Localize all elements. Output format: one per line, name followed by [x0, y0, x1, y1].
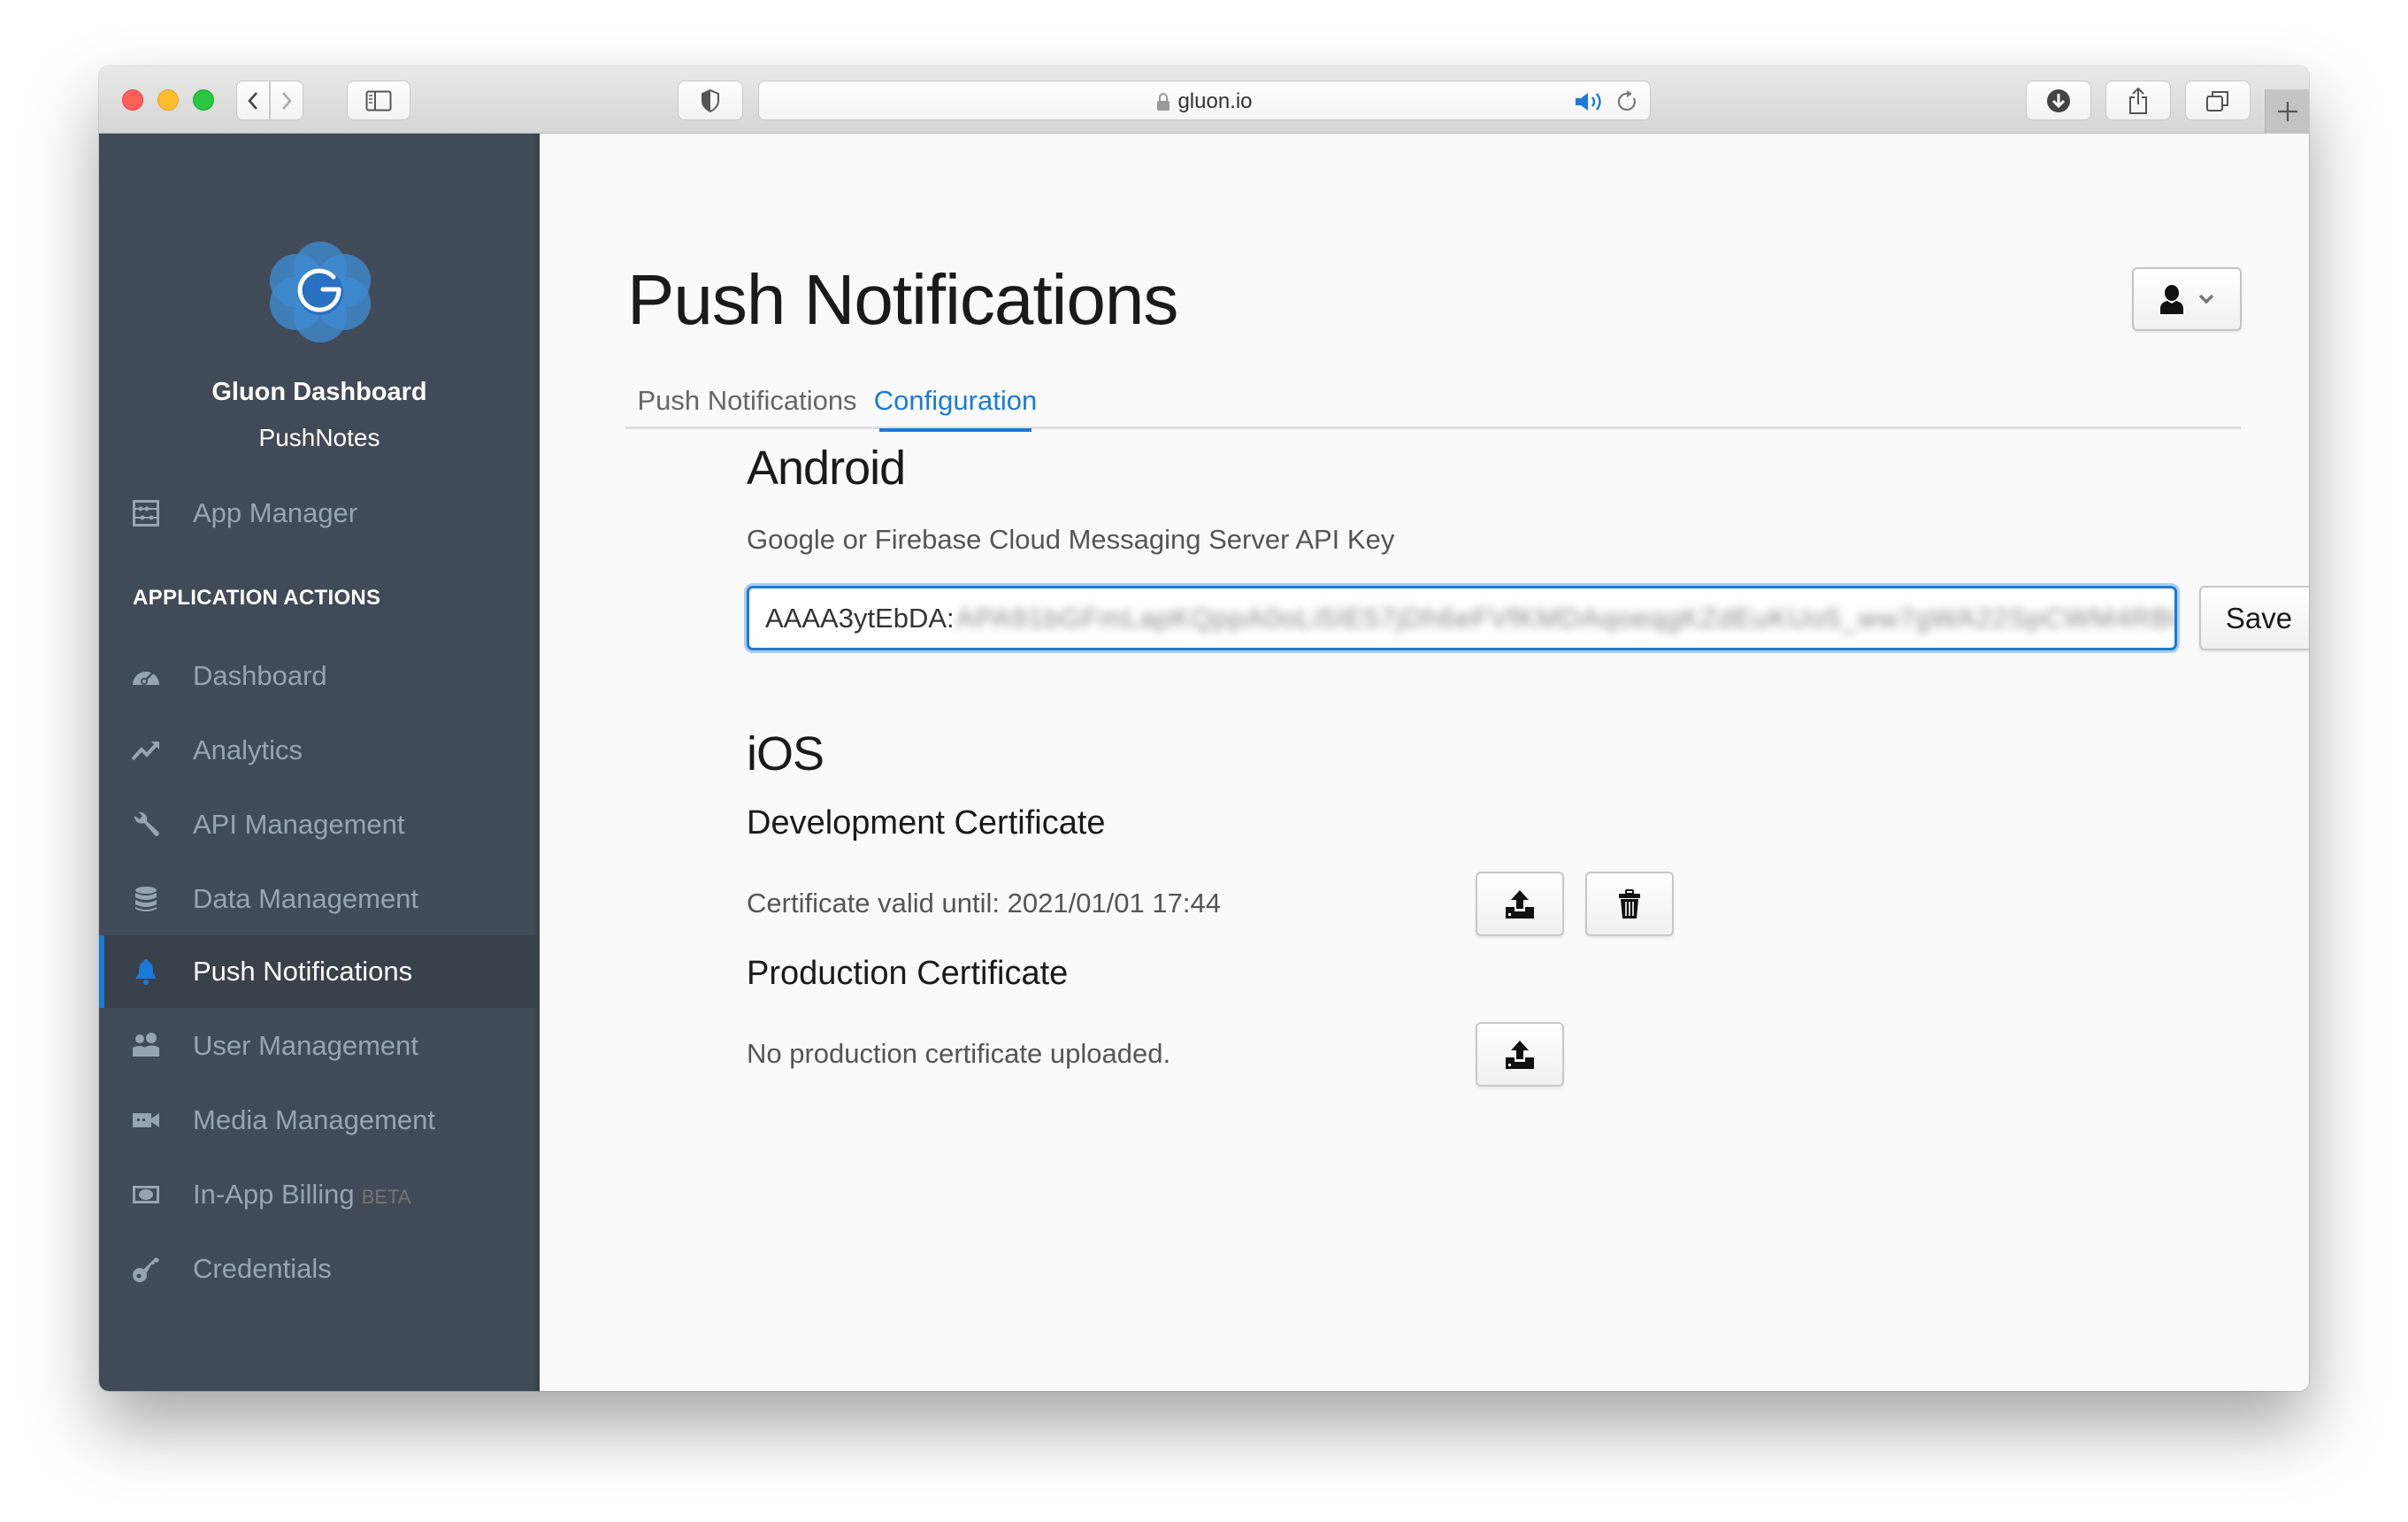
url-text: gluon.io	[1177, 88, 1253, 113]
chevron-down-icon	[2198, 294, 2214, 304]
chevron-left-icon	[248, 91, 257, 110]
app-name: PushNotes	[258, 424, 380, 451]
lock-icon	[1157, 92, 1170, 111]
sidebar-item-label: Dashboard	[193, 660, 327, 691]
sidebar-item-analytics[interactable]: Analytics	[99, 714, 540, 787]
sidebar-item-user-management[interactable]: User Management	[99, 1010, 540, 1082]
api-key-visible-text: AAAA3ytEbDA:	[765, 602, 955, 634]
sidebar-item-push-notifications[interactable]: Push Notifications	[99, 935, 540, 1008]
upload-icon	[1506, 1040, 1534, 1069]
key-icon	[133, 1257, 159, 1282]
sidebar-item-label: User Management	[193, 1030, 419, 1061]
sidebar-item-label: In-App Billing	[193, 1179, 355, 1210]
upload-icon	[1506, 889, 1534, 919]
browser-toolbar: gluon.io	[99, 66, 2309, 134]
share-button[interactable]	[2105, 81, 2171, 120]
gluon-logo	[270, 242, 371, 342]
sidebar-item-app-manager[interactable]: App Manager	[99, 477, 540, 550]
user-icon	[2160, 285, 2183, 314]
shield-icon	[702, 88, 719, 112]
speedometer-icon	[133, 672, 159, 685]
sidebar-item-credentials[interactable]: Credentials	[99, 1233, 540, 1305]
development-certificate-status: Certificate valid until: 2021/01/01 17:4…	[747, 888, 1221, 919]
close-window-button[interactable]	[122, 89, 143, 111]
api-key-label: Google or Firebase Cloud Messaging Serve…	[747, 524, 1395, 555]
sidebar-item-label: Analytics	[193, 734, 303, 765]
sidebar-item-label: App Manager	[193, 497, 358, 528]
brand-title: Gluon Dashboard	[211, 378, 427, 406]
wrench-icon	[134, 811, 159, 836]
sidebar-item-data-management[interactable]: Data Management	[99, 863, 540, 935]
trash-icon	[1619, 888, 1640, 919]
delete-development-certificate-button[interactable]	[1585, 872, 1674, 936]
database-icon	[135, 887, 157, 911]
speaker-icon[interactable]	[1574, 90, 1606, 113]
zoom-window-button[interactable]	[193, 89, 214, 111]
address-bar[interactable]: gluon.io	[758, 81, 1651, 120]
user-menu-button[interactable]	[2132, 267, 2242, 331]
upload-production-certificate-button[interactable]	[1476, 1022, 1564, 1087]
minimize-window-button[interactable]	[157, 89, 179, 111]
sidebar-icon	[365, 90, 392, 111]
bell-icon	[135, 959, 157, 985]
sidebar-item-in-app-billing[interactable]: In-App Billing BETA	[99, 1158, 540, 1231]
download-icon	[2047, 88, 2070, 112]
development-certificate-heading: Development Certificate	[747, 804, 1106, 842]
plus-icon	[2277, 102, 2297, 121]
share-icon	[2129, 87, 2147, 114]
chevron-right-icon	[282, 91, 292, 110]
back-button[interactable]	[236, 81, 270, 120]
sidebar: Gluon Dashboard PushNotes App Manager AP…	[99, 134, 540, 1391]
android-heading: Android	[747, 442, 906, 495]
tab-bar: Push Notifications Configuration	[625, 373, 2241, 432]
tab-overview-button[interactable]	[2185, 81, 2251, 120]
api-key-input[interactable]: AAAA3ytEbDA: APA91bGFmLapKQppA0oLi5IE57jD…	[747, 586, 2177, 650]
downloads-button[interactable]	[2026, 81, 2091, 120]
sidebar-item-label: API Management	[193, 809, 405, 840]
sidebar-item-api-management[interactable]: API Management	[99, 788, 540, 861]
page-title: Push Notifications	[627, 260, 1178, 339]
money-icon	[133, 1186, 159, 1203]
production-certificate-status: No production certificate uploaded.	[747, 1038, 1171, 1069]
users-icon	[133, 1033, 159, 1057]
sidebar-item-dashboard[interactable]: Dashboard	[99, 640, 540, 712]
production-certificate-heading: Production Certificate	[747, 955, 1069, 992]
new-tab-button[interactable]	[2265, 89, 2309, 134]
sidebar-item-label: Media Management	[193, 1104, 435, 1135]
browser-window: gluon.io Gluon Dashboard PushNotes App M…	[99, 66, 2309, 1391]
tab-push-notifications[interactable]: Push Notifications	[625, 373, 869, 429]
sidebar-item-media-management[interactable]: Media Management	[99, 1084, 540, 1157]
abacus-icon	[133, 500, 159, 527]
sidebar-item-label: Push Notifications	[193, 956, 413, 987]
upload-development-certificate-button[interactable]	[1476, 872, 1564, 936]
tab-configuration[interactable]: Configuration	[874, 373, 1037, 432]
tabs-icon	[2206, 90, 2228, 111]
video-camera-icon	[133, 1113, 159, 1127]
api-key-obscured-text: APA91bGFmLapKQppA0oLi5IE57jDh6eFVfKMDAqo…	[955, 602, 2177, 634]
beta-badge: BETA	[361, 1186, 411, 1208]
privacy-report-button[interactable]	[678, 81, 743, 120]
sidebar-item-label: Data Management	[193, 883, 419, 914]
sidebar-toggle-button[interactable]	[347, 81, 410, 120]
section-header: APPLICATION ACTIONS	[133, 586, 381, 610]
reload-icon[interactable]	[1616, 89, 1639, 114]
forward-button[interactable]	[270, 81, 303, 120]
sidebar-item-label: Credentials	[193, 1253, 332, 1284]
save-button[interactable]: Save	[2199, 586, 2309, 650]
trend-line-icon	[132, 742, 159, 761]
main-content: Push Notifications Push Notifications Co…	[540, 134, 2309, 1391]
ios-heading: iOS	[747, 727, 824, 780]
